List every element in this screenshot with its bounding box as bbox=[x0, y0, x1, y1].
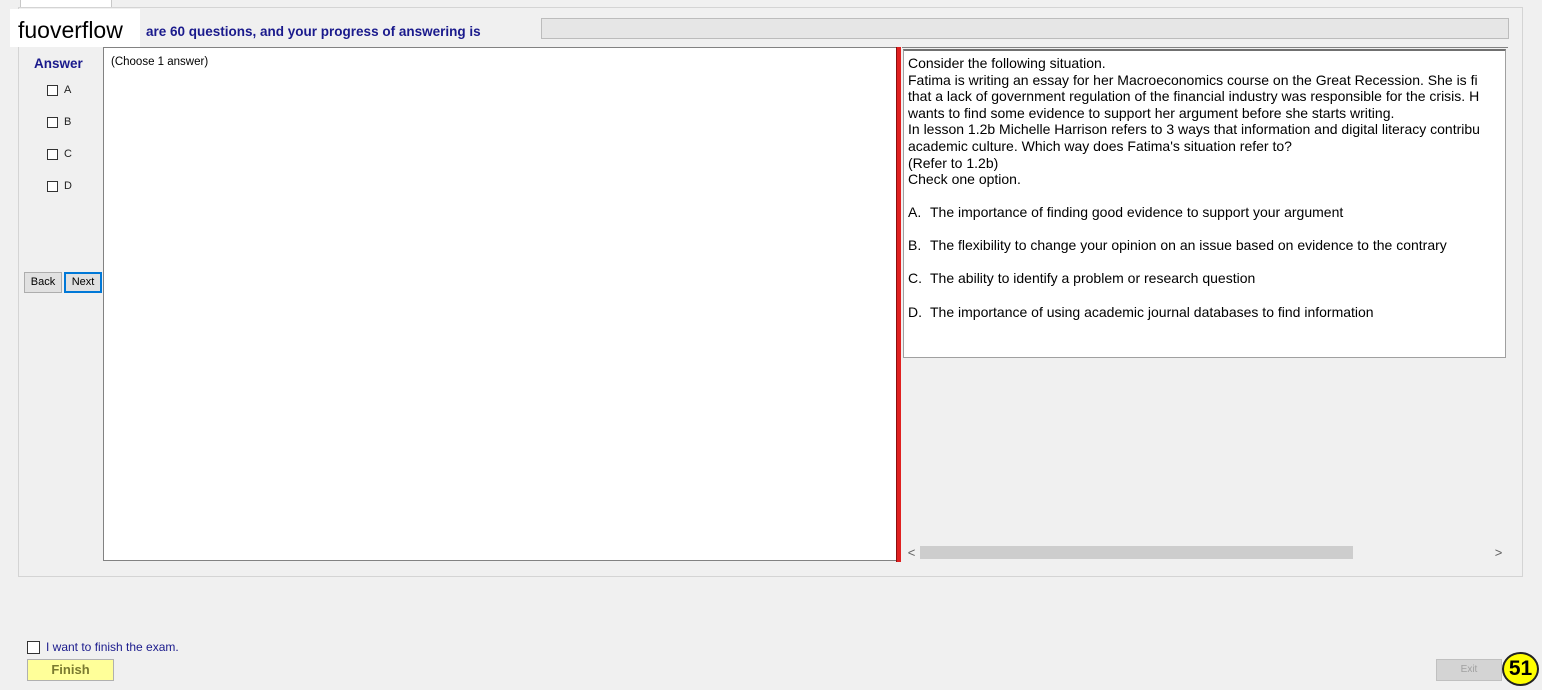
scroll-thumb[interactable] bbox=[920, 546, 1353, 559]
question-line: In lesson 1.2b Michelle Harrison refers … bbox=[908, 121, 1480, 138]
choice-b-letter: B. bbox=[908, 237, 922, 253]
choice-c-letter: C. bbox=[908, 270, 922, 286]
choice-d: D. The importance of using academic journ… bbox=[908, 304, 1374, 320]
option-b-label: B bbox=[64, 116, 72, 128]
option-b-checkbox[interactable] bbox=[47, 116, 58, 128]
choice-b: B. The flexibility to change your opinion… bbox=[908, 237, 1447, 253]
back-button[interactable]: Back bbox=[24, 272, 62, 293]
question-line: academic culture. Which way does Fatima'… bbox=[908, 137, 1292, 154]
progress-text: are 60 questions, and your progress of a… bbox=[146, 24, 481, 39]
choice-a-text: The importance of finding good evidence … bbox=[930, 204, 1344, 220]
option-c-label: C bbox=[64, 148, 72, 160]
answer-input-area[interactable]: (Choose 1 answer) bbox=[103, 47, 897, 561]
exit-button[interactable]: Exit bbox=[1436, 659, 1502, 681]
finish-exam-label: I want to finish the exam. bbox=[46, 640, 179, 654]
choice-a-letter: A. bbox=[908, 204, 922, 220]
question-line: Consider the following situation. bbox=[908, 55, 1106, 71]
finish-exam-check[interactable]: I want to finish the exam. bbox=[27, 640, 179, 654]
choice-c: C. The ability to identify a problem or r… bbox=[908, 270, 1255, 286]
question-number-badge: 51 bbox=[1502, 652, 1539, 686]
choice-d-text: The importance of using academic journal… bbox=[930, 304, 1374, 320]
horizontal-scrollbar[interactable]: < > bbox=[903, 544, 1507, 561]
option-a-checkbox[interactable] bbox=[47, 84, 58, 96]
next-button[interactable]: Next bbox=[64, 272, 102, 293]
question-line: Check one option. bbox=[908, 171, 1021, 188]
scroll-right-icon[interactable]: > bbox=[1490, 544, 1507, 561]
question-line: Fatima is writing an essay for her Macro… bbox=[908, 71, 1478, 88]
choice-a: A. The importance of finding good evidenc… bbox=[908, 204, 1343, 220]
question-line: wants to find some evidence to support h… bbox=[908, 104, 1395, 121]
question-text-area: Consider the following situation. Fatima… bbox=[903, 49, 1506, 358]
option-d[interactable]: D bbox=[47, 180, 72, 192]
option-b[interactable]: B bbox=[47, 116, 71, 128]
question-line: (Refer to 1.2b) bbox=[908, 154, 999, 171]
choice-d-letter: D. bbox=[908, 304, 922, 320]
question-line: that a lack of government regulation of … bbox=[908, 88, 1480, 105]
choice-b-text: The flexibility to change your opinion o… bbox=[930, 237, 1447, 253]
scroll-left-icon[interactable]: < bbox=[903, 544, 920, 561]
watermark: fuoverflow bbox=[10, 9, 140, 47]
option-a[interactable]: A bbox=[47, 84, 71, 96]
choice-c-text: The ability to identify a problem or res… bbox=[930, 270, 1256, 286]
option-d-checkbox[interactable] bbox=[47, 180, 58, 192]
finish-exam-checkbox[interactable] bbox=[27, 640, 40, 654]
option-c[interactable]: C bbox=[47, 148, 72, 160]
question-text: Consider the following situation. Fatima… bbox=[908, 55, 1480, 188]
option-d-label: D bbox=[64, 180, 72, 192]
option-c-checkbox[interactable] bbox=[47, 148, 58, 160]
choose-hint: (Choose 1 answer) bbox=[111, 56, 209, 68]
question-panel: Consider the following situation. Fatima… bbox=[902, 47, 1508, 562]
progress-bar bbox=[541, 18, 1509, 39]
answer-heading: Answer bbox=[34, 56, 83, 71]
splitter-divider[interactable] bbox=[896, 47, 901, 562]
option-a-label: A bbox=[64, 84, 72, 96]
finish-button[interactable]: Finish bbox=[27, 659, 114, 681]
